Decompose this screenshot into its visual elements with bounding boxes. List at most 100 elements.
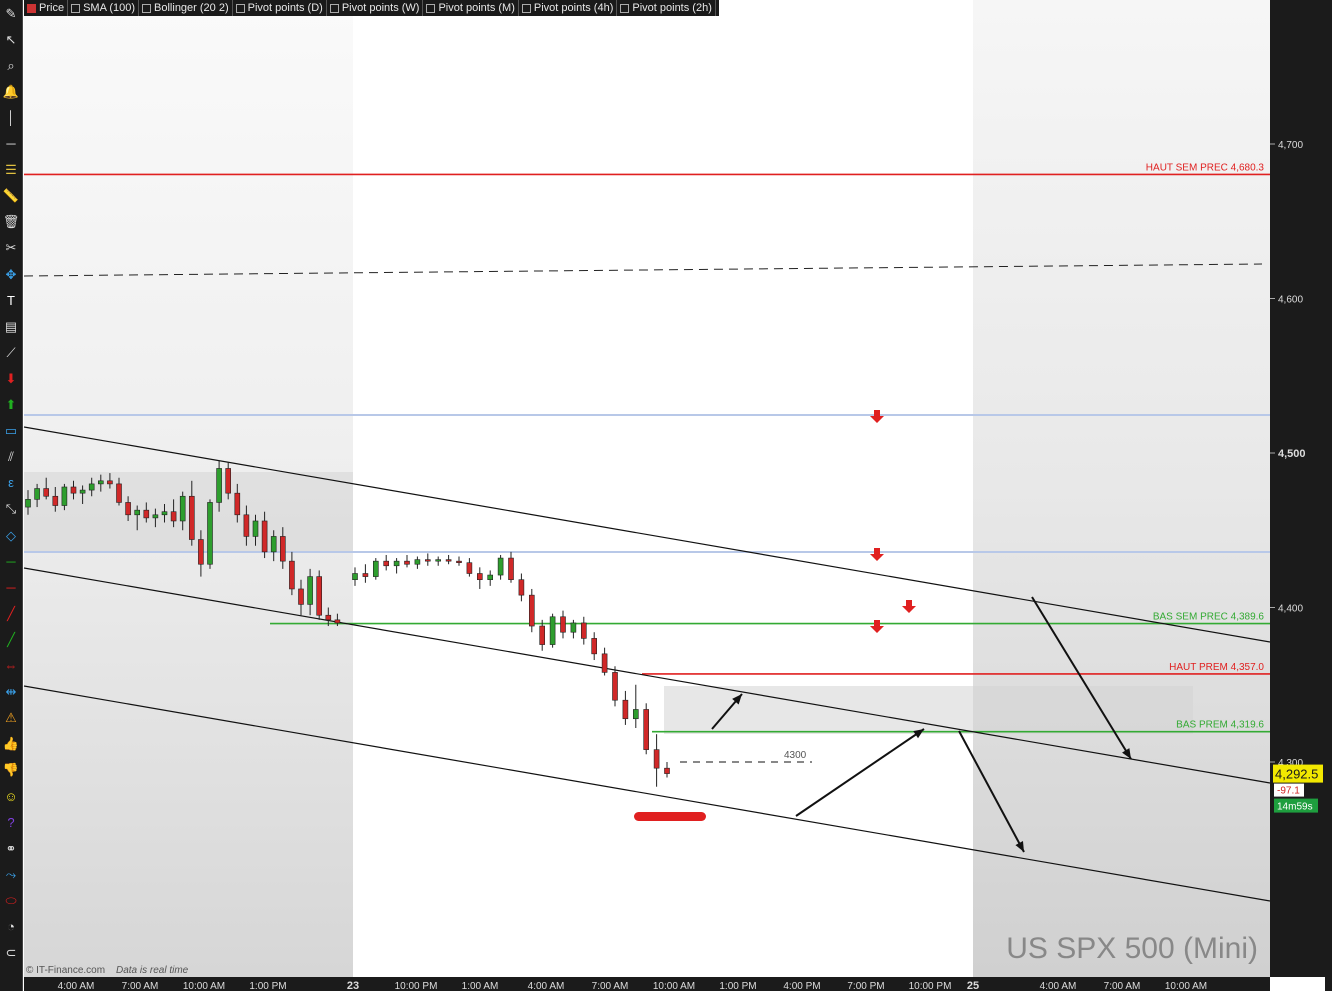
- candle-body: [549, 616, 556, 645]
- level-label: HAUT SEM PREC 4,680.3: [1146, 162, 1265, 173]
- candle-body: [170, 511, 177, 522]
- time-axis[interactable]: [24, 977, 1270, 991]
- candle-body: [570, 622, 577, 633]
- candle-body: [279, 536, 286, 562]
- candle-body: [261, 520, 268, 553]
- legend-item[interactable]: Pivot points (D): [233, 0, 327, 16]
- candle-body: [518, 579, 525, 596]
- instrument-watermark: US SPX 500 (Mini): [1006, 932, 1258, 965]
- legend-checkbox[interactable]: [235, 3, 245, 13]
- legend-checkbox[interactable]: [142, 3, 152, 13]
- candle-body: [125, 502, 131, 516]
- candle-body: [234, 492, 241, 516]
- candle-body: [34, 488, 40, 500]
- candle-body: [456, 560, 462, 563]
- candle-body: [591, 638, 598, 655]
- indicator-legend: Price SMA (100) Bollinger (20 2) Pivot poin…: [24, 0, 719, 16]
- candle-body: [362, 573, 369, 577]
- candle-body: [383, 560, 390, 567]
- legend-item[interactable]: Bollinger (20 2): [139, 0, 233, 16]
- candle-body: [107, 480, 113, 485]
- candle-body: [152, 514, 159, 519]
- legend-label: Bollinger (20 2): [154, 2, 229, 14]
- candle-body: [325, 614, 332, 621]
- legend-checkbox[interactable]: [27, 3, 36, 13]
- candle-body: [528, 594, 535, 627]
- level-label: BAS PREM 4,319.6: [1176, 720, 1264, 731]
- candle-body: [601, 653, 608, 673]
- candle-body: [52, 495, 59, 506]
- candle-body: [404, 560, 410, 565]
- candle-body: [466, 562, 473, 574]
- candle-body: [352, 573, 358, 580]
- legend-checkbox[interactable]: [329, 3, 339, 13]
- candle-body: [179, 495, 186, 522]
- candle-body: [560, 616, 566, 633]
- price-axis[interactable]: [1270, 0, 1325, 977]
- candle-body: [134, 509, 140, 516]
- candle-body: [79, 489, 86, 494]
- legend-item[interactable]: SMA (100): [68, 0, 140, 16]
- support-marker: [634, 812, 706, 821]
- level-label: HAUT PREM 4,357.0: [1169, 662, 1264, 673]
- legend-item[interactable]: Pivot points (M): [423, 0, 519, 16]
- candle-body: [307, 576, 313, 605]
- candle-body: [580, 622, 587, 639]
- data-realtime-note: Data is real time: [116, 965, 189, 976]
- candle-body: [88, 483, 95, 491]
- candle-body: [622, 699, 629, 720]
- candle-body: [316, 576, 323, 616]
- candle-body: [487, 574, 494, 580]
- candle-body: [289, 560, 295, 590]
- legend-checkbox[interactable]: [71, 3, 81, 13]
- legend-label: Price: [39, 2, 65, 14]
- legend-label: Pivot points (W): [341, 2, 420, 14]
- candle-body: [225, 468, 231, 494]
- candle-body: [25, 499, 31, 508]
- candle-body: [424, 559, 431, 562]
- legend-label: SMA (100): [83, 2, 136, 14]
- level-label: BAS SEM PREC 4,389.6: [1153, 612, 1265, 623]
- candle-body: [161, 511, 168, 516]
- candle-body: [198, 539, 204, 565]
- legend-item[interactable]: Pivot points (2h): [617, 0, 716, 16]
- candle-body: [334, 619, 341, 624]
- candle-body: [414, 559, 421, 565]
- candle-body: [435, 559, 442, 562]
- candle-body: [393, 560, 400, 567]
- candle-body: [298, 588, 304, 605]
- candle-body: [497, 557, 504, 576]
- copyright-footer: © IT-Finance.com: [26, 965, 105, 976]
- candle-body: [216, 468, 222, 503]
- legend-checkbox[interactable]: [521, 3, 531, 13]
- annotation-4300: 4300: [784, 750, 807, 761]
- scroll-strip[interactable]: [1325, 0, 1332, 991]
- legend-label: Pivot points (D): [247, 2, 323, 14]
- candle-body: [372, 560, 379, 577]
- candle-body: [643, 709, 650, 750]
- legend-checkbox[interactable]: [426, 3, 436, 13]
- candle-body: [189, 495, 195, 540]
- legend-label: Pivot points (4h): [533, 2, 614, 14]
- candle-body: [116, 483, 122, 503]
- candle-body: [539, 625, 546, 645]
- session-shade-right: [973, 0, 1270, 977]
- candle-body: [252, 520, 259, 537]
- candle-body: [70, 486, 77, 494]
- candle-body: [445, 559, 452, 562]
- candle-body: [632, 709, 639, 720]
- candle-body: [207, 502, 213, 565]
- legend-checkbox[interactable]: [620, 3, 630, 13]
- price-chart[interactable]: HAUT SEM PREC 4,680.3 BAS SEM PREC 4,389.…: [0, 0, 1332, 991]
- legend-label: Pivot points (2h): [632, 2, 712, 14]
- candle-body: [476, 573, 483, 580]
- candle-body: [98, 480, 104, 485]
- candle-body: [508, 557, 514, 580]
- candle-body: [61, 486, 68, 506]
- legend-item[interactable]: Price: [24, 0, 69, 16]
- candle-body: [664, 767, 670, 774]
- target-zone-box: [664, 686, 1193, 734]
- candle-body: [612, 672, 618, 701]
- legend-item[interactable]: Pivot points (4h): [519, 0, 618, 16]
- legend-item[interactable]: Pivot points (W): [327, 0, 424, 16]
